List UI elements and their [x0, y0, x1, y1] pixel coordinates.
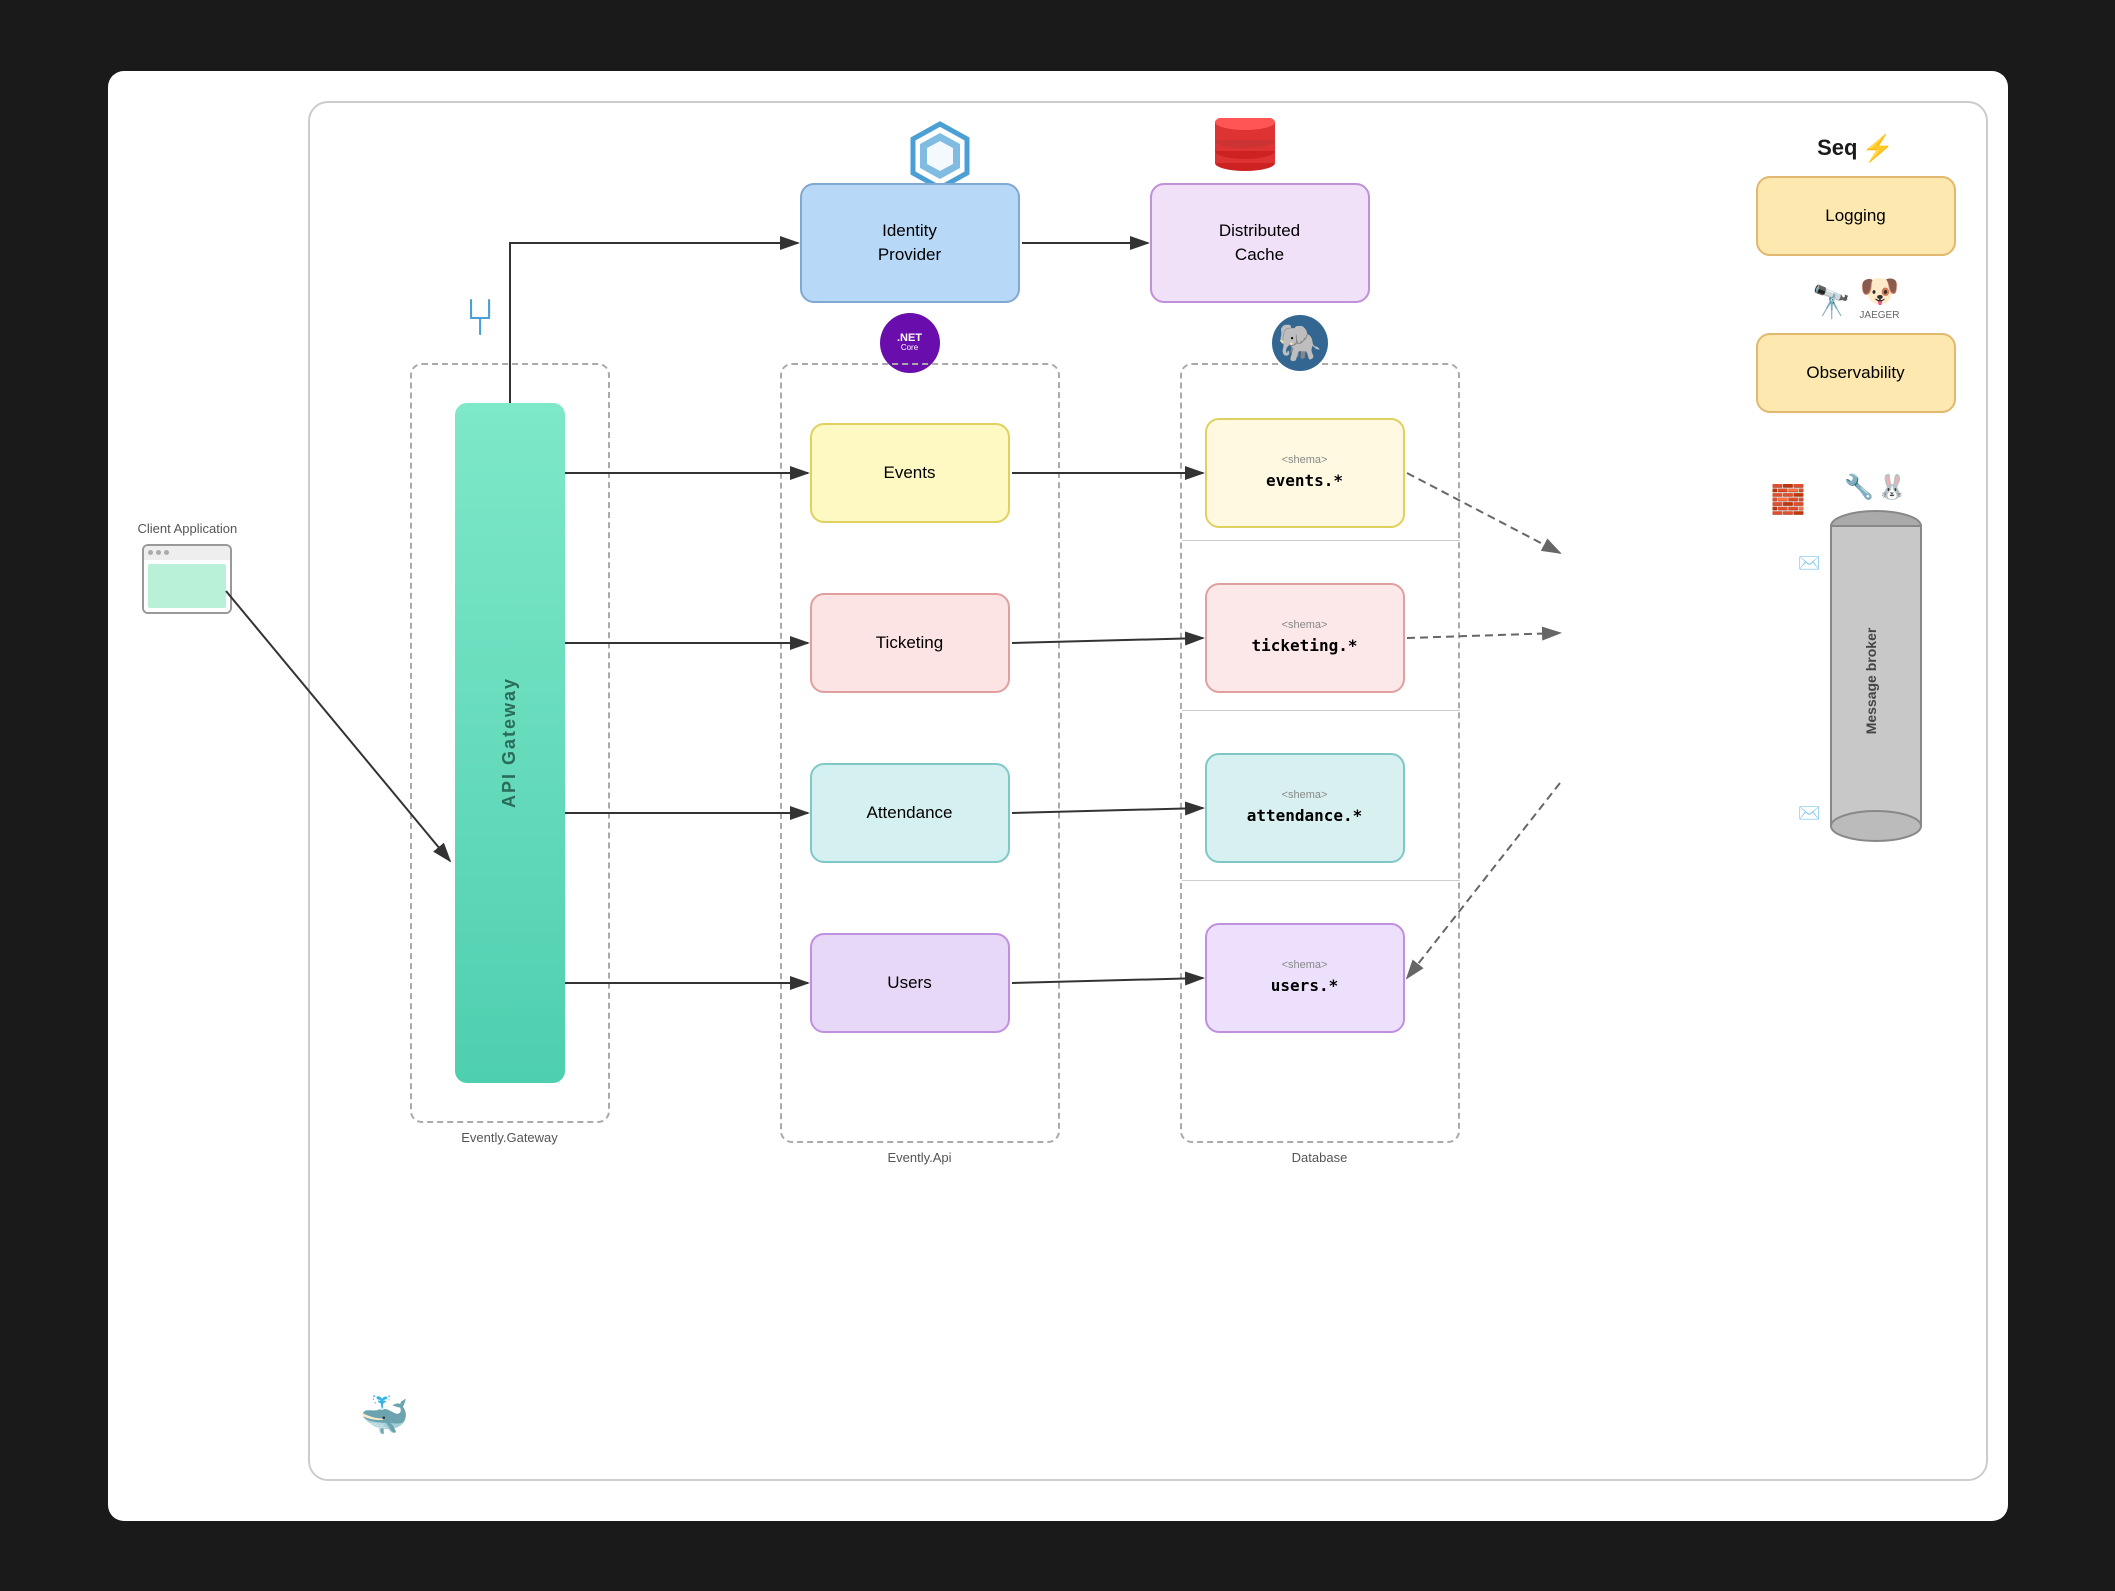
- client-app-label: Client Application: [138, 521, 238, 536]
- postgres-icon: 🐘: [1270, 313, 1330, 385]
- database-label: Database: [1292, 1150, 1348, 1165]
- distributed-cache-box: DistributedCache: [1150, 183, 1370, 303]
- jaeger-icon-area: 🐶 JAEGER: [1859, 272, 1899, 321]
- jaeger-icon: 🐶: [1859, 273, 1899, 309]
- users-service: Users: [810, 933, 1010, 1033]
- api-gateway-bar: API Gateway: [455, 403, 565, 1083]
- main-canvas: Client Application ⑂ Evently.Gateway API…: [108, 71, 2008, 1521]
- attendance-schema-name: attendance.*: [1247, 804, 1363, 828]
- api-gateway-text: API Gateway: [499, 677, 520, 808]
- events-service: Events: [810, 423, 1010, 523]
- client-application: Client Application: [138, 521, 238, 614]
- ticketing-schema-name: ticketing.*: [1252, 634, 1358, 658]
- net-core-text: Core: [901, 344, 918, 352]
- email-icon-2: ✉️: [1798, 803, 1820, 824]
- redis-icon-area: [1210, 118, 1280, 178]
- identity-provider-box: IdentityProvider: [800, 183, 1020, 303]
- message-broker-area: 🔧 🐰 Message broker: [1826, 473, 1926, 851]
- docker-icon: 🐳: [360, 1392, 410, 1439]
- hexagon-icon: [905, 121, 975, 191]
- broker-icons: 🔧 🐰: [1826, 473, 1926, 502]
- events-schema-tag: <shema>: [1282, 452, 1328, 469]
- events-schema: <shema> events.*: [1205, 418, 1405, 528]
- email-icon-1: ✉️: [1798, 553, 1820, 574]
- observability-box: Observability: [1756, 333, 1956, 413]
- redis-icon: [1210, 118, 1280, 173]
- svg-text:Message broker: Message broker: [1863, 627, 1879, 734]
- db-separator-1: [1182, 540, 1460, 541]
- jaeger-label: JAEGER: [1859, 310, 1899, 321]
- db-separator-3: [1182, 880, 1460, 881]
- gateway-label: Evently.Gateway: [461, 1130, 558, 1145]
- telescope-icon-area: 🔭: [1812, 283, 1852, 321]
- attendance-schema: <shema> attendance.*: [1205, 753, 1405, 863]
- message-broker-cylinder: Message broker: [1826, 506, 1926, 846]
- attendance-label: Attendance: [866, 803, 952, 823]
- users-schema-tag: <shema>: [1282, 957, 1328, 974]
- users-schema: <shema> users.*: [1205, 923, 1405, 1033]
- logging-box: Logging: [1756, 176, 1956, 256]
- git-icon: ⑂: [465, 288, 496, 348]
- seq-logo-text: Seq: [1817, 135, 1857, 161]
- users-schema-name: users.*: [1271, 974, 1338, 998]
- ticketing-service: Ticketing: [810, 593, 1010, 693]
- db-separator-2: [1182, 710, 1460, 711]
- attendance-schema-tag: <shema>: [1282, 787, 1328, 804]
- ticketing-label: Ticketing: [876, 633, 943, 653]
- distributed-cache-label: DistributedCache: [1219, 219, 1300, 267]
- svg-text:🐘: 🐘: [1277, 322, 1322, 363]
- observability-label: Observability: [1806, 363, 1904, 383]
- observability-icons-row: 🔭 🐶 JAEGER: [1756, 272, 1956, 321]
- diagram-box: ⑂ Evently.Gateway API Gateway .NET Core …: [308, 101, 1988, 1481]
- browser-icon: [142, 544, 232, 614]
- telescope-icon: 🔭: [1812, 284, 1852, 320]
- api-box-label: Evently.Api: [887, 1150, 951, 1165]
- rabbitmq-icon: 🧱: [1771, 483, 1806, 516]
- seq-arrow-icon: ⚡: [1861, 133, 1893, 164]
- seq-logo-area: Seq ⚡: [1756, 133, 1956, 164]
- logging-label: Logging: [1825, 206, 1886, 226]
- ticketing-schema: <shema> ticketing.*: [1205, 583, 1405, 693]
- events-schema-name: events.*: [1266, 469, 1343, 493]
- ticketing-schema-tag: <shema>: [1282, 617, 1328, 634]
- identity-provider-label: IdentityProvider: [878, 219, 941, 267]
- right-tools-panel: Seq ⚡ Logging 🔭 🐶 JAEGER Observability: [1756, 133, 1956, 413]
- users-label: Users: [887, 973, 931, 993]
- postgres-svg: 🐘: [1270, 313, 1330, 373]
- attendance-service: Attendance: [810, 763, 1010, 863]
- events-label: Events: [884, 463, 936, 483]
